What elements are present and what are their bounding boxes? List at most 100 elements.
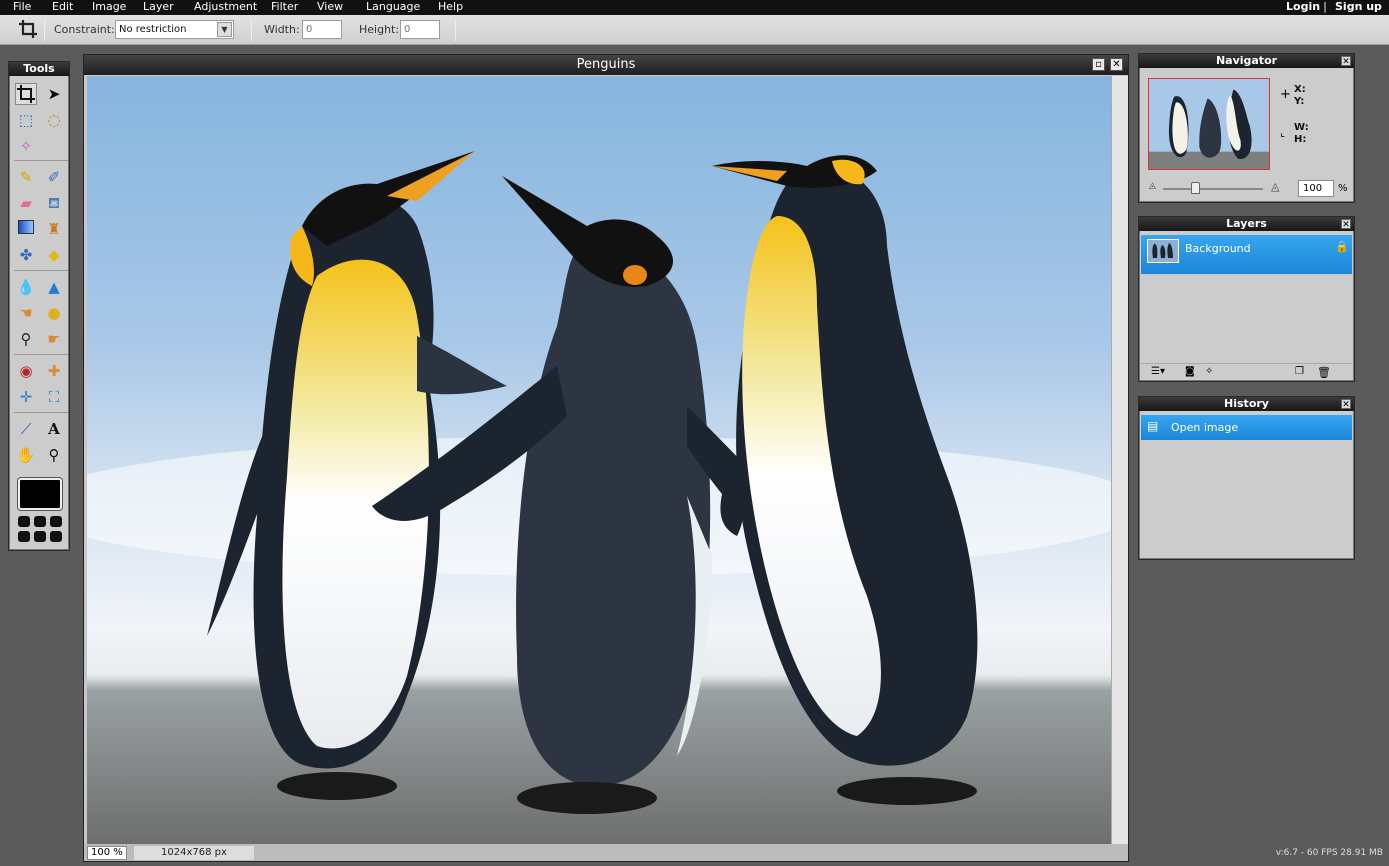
layer-styles-icon[interactable]: ✧ (1205, 366, 1213, 377)
red-eye-tool-icon[interactable]: ◉ (15, 360, 37, 382)
blur-tool-icon[interactable]: 💧 (15, 276, 37, 298)
navigator-title: Navigator ✕ (1139, 54, 1354, 68)
pinch-tool-icon[interactable]: ⛶ (43, 386, 65, 408)
w-label: W: (1294, 122, 1309, 133)
layer-mask-icon[interactable]: ◙ (1185, 366, 1195, 377)
menu-image[interactable]: Image (92, 0, 126, 14)
sponge-tool-icon[interactable]: ● (43, 302, 65, 324)
menu-filter[interactable]: Filter (271, 0, 298, 14)
menu-bar: File Edit Image Layer Adjustment Filter … (0, 0, 1389, 15)
width-label: Width: (264, 23, 300, 36)
chevron-down-icon[interactable]: ▼ (217, 22, 232, 37)
color-replace-icon[interactable]: ✤ (15, 244, 37, 266)
foreground-color-swatch[interactable] (18, 478, 62, 510)
y-label: Y: (1294, 96, 1305, 107)
move-tool-icon[interactable]: ➤ (43, 83, 65, 105)
layers-title-text: Layers (1226, 217, 1267, 230)
zoom-slider-track[interactable] (1163, 182, 1263, 194)
bloat-tool-icon[interactable]: ✛ (15, 386, 37, 408)
toolbar-separator (44, 19, 45, 41)
layers-title: Layers ✕ (1139, 217, 1354, 231)
pencil-tool-icon[interactable]: ✎ (15, 166, 37, 188)
maximize-icon[interactable]: ▫ (1092, 58, 1105, 71)
login-link[interactable]: Login (1286, 0, 1320, 14)
close-icon[interactable]: ✕ (1341, 56, 1351, 67)
crop-icon (18, 19, 38, 39)
width-input[interactable]: 0 (302, 20, 342, 39)
tool-divider (14, 354, 68, 355)
vertical-scrollbar[interactable] (1111, 76, 1128, 844)
magic-wand-icon[interactable]: ✧ (15, 135, 37, 157)
layers-footer: ☰▾ ◙ ✧ ❐ 🗑 (1141, 363, 1352, 379)
lock-icon: 🔒 (1335, 240, 1349, 253)
h-label: H: (1294, 134, 1307, 145)
tool-presets[interactable] (18, 516, 64, 544)
history-panel: History ✕ ▤ Open image (1138, 396, 1355, 560)
navigator-preview-image (1149, 79, 1269, 169)
shapes-tool-icon[interactable]: ◆ (43, 244, 65, 266)
document-window: Penguins ▫ ✕ 100 % 1024x768 px (83, 54, 1129, 862)
menu-divider: | (1323, 0, 1328, 13)
delete-layer-icon[interactable]: 🗑 (1317, 366, 1331, 379)
lasso-tool-icon[interactable]: ◌ (43, 109, 65, 131)
history-title: History ✕ (1139, 397, 1354, 411)
menu-adjustment[interactable]: Adjustment (194, 0, 257, 14)
toolbar-separator (455, 19, 456, 41)
color-picker-icon[interactable]: ⟋ (15, 418, 37, 440)
gradient-tool-icon[interactable] (15, 218, 37, 240)
burn-tool-icon[interactable]: ☛ (43, 328, 65, 350)
constraint-select[interactable]: No restriction ▼ (115, 20, 234, 39)
height-input[interactable]: 0 (400, 20, 440, 39)
version-info: v:6.7 - 60 FPS 28.91 MB (1275, 848, 1383, 858)
smudge-tool-icon[interactable]: ☚ (15, 302, 37, 324)
close-icon[interactable]: ✕ (1341, 219, 1351, 230)
history-item-open-image[interactable]: ▤ Open image (1141, 415, 1352, 440)
crop-tool-icon[interactable] (15, 83, 37, 105)
constraint-value: No restriction (119, 24, 187, 35)
brush-tool-icon[interactable]: ✐ (43, 166, 65, 188)
menu-edit[interactable]: Edit (52, 0, 73, 14)
new-layer-icon[interactable]: ❐ (1295, 366, 1304, 377)
menu-view[interactable]: View (317, 0, 343, 14)
tools-title: Tools (9, 62, 69, 76)
menu-language[interactable]: Language (366, 0, 420, 14)
close-icon[interactable]: ✕ (1341, 399, 1351, 410)
sharpen-tool-icon[interactable]: ▲ (43, 276, 65, 298)
selection-size-icon: ⌞ (1280, 126, 1286, 139)
tool-divider (14, 160, 68, 161)
layers-panel: Layers ✕ Background 🔒 ☰▾ ◙ ✧ ❐ 🗑 (1138, 216, 1355, 382)
zoom-input[interactable]: 100 % (87, 846, 127, 860)
zoom-slider-thumb[interactable] (1191, 182, 1200, 194)
signup-link[interactable]: Sign up (1335, 0, 1382, 14)
menu-help[interactable]: Help (438, 0, 463, 14)
type-tool-icon[interactable]: A (43, 418, 65, 440)
menu-file[interactable]: File (13, 0, 31, 14)
bucket-tool-icon[interactable]: ⛾ (43, 192, 65, 214)
menu-layer[interactable]: Layer (143, 0, 174, 14)
document-title-bar[interactable]: Penguins ▫ ✕ (84, 55, 1128, 75)
stamp-tool-icon[interactable]: ♜ (43, 218, 65, 240)
marquee-tool-icon[interactable]: ⬚ (15, 109, 37, 131)
tools-panel: Tools ➤ ⬚ ◌ ✧ ✎ ✐ ▰ ⛾ ♜ ✤ ◆ 💧 ▲ ☚ ● ⚲ ☛ … (8, 61, 70, 551)
eraser-tool-icon[interactable]: ▰ (15, 192, 37, 214)
spot-heal-tool-icon[interactable]: ✚ (43, 360, 65, 382)
history-item-label: Open image (1171, 421, 1239, 434)
zoom-out-icon[interactable]: ◬ (1149, 181, 1156, 191)
hand-tool-icon[interactable]: ✋ (15, 444, 37, 466)
layer-thumbnail (1147, 239, 1179, 263)
navigator-zoom-input[interactable]: 100 (1298, 180, 1334, 197)
x-label: X: (1294, 84, 1306, 95)
zoom-in-icon[interactable]: ◬ (1271, 180, 1279, 193)
tool-divider (14, 270, 68, 271)
layer-row-background[interactable]: Background 🔒 (1141, 235, 1352, 274)
tool-options-bar: Constraint: No restriction ▼ Width: 0 He… (0, 15, 1389, 45)
image-canvas[interactable] (87, 76, 1111, 844)
layer-settings-icon[interactable]: ☰▾ (1151, 366, 1165, 377)
zoom-tool-icon[interactable]: ⚲ (43, 444, 65, 466)
crosshair-icon: + (1280, 87, 1291, 102)
constraint-label: Constraint: (54, 23, 115, 36)
layer-name: Background (1185, 242, 1251, 255)
navigator-thumbnail[interactable] (1148, 78, 1270, 170)
dodge-tool-icon[interactable]: ⚲ (15, 328, 37, 350)
close-icon[interactable]: ✕ (1110, 58, 1123, 71)
